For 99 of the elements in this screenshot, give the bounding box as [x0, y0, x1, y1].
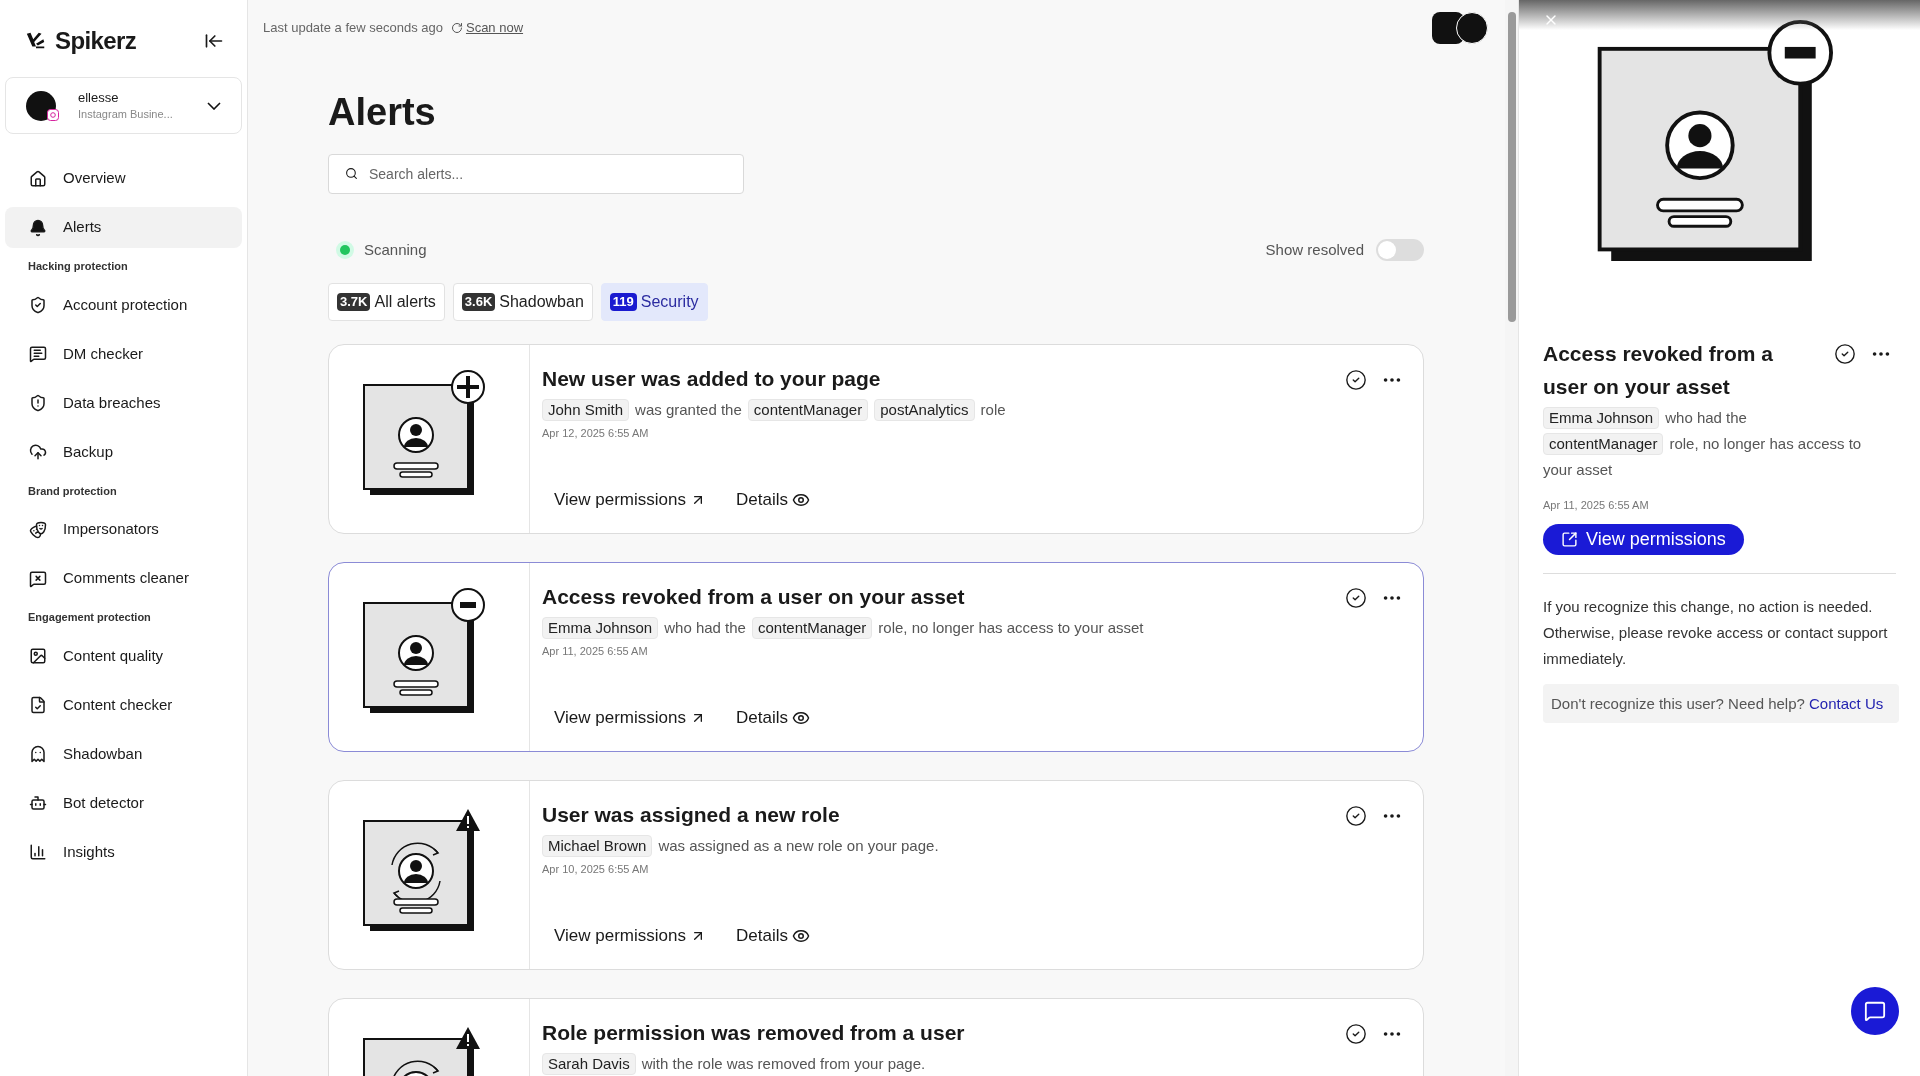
status-label: Scanning: [364, 240, 427, 260]
user-chip: contentManager: [747, 398, 869, 421]
description-text: role, no longer has access to your asset: [878, 618, 1144, 636]
nav-item[interactable]: Insights: [5, 831, 242, 873]
nav-item[interactable]: Backup: [5, 431, 242, 473]
shield-icon: [29, 296, 47, 314]
panel-date: Apr 11, 2025 6:55 AM: [1543, 498, 1650, 513]
user-chip: contentManager: [751, 616, 873, 639]
nav-item[interactable]: DM checker: [5, 333, 242, 375]
nav-item[interactable]: Overview: [5, 158, 242, 199]
alert-card[interactable]: Role permission was removed from a user Sarah Davis with the role was removed from your page.: [328, 997, 1424, 1076]
nav-item[interactable]: Shadowban: [5, 733, 242, 775]
alert-date: Apr 10, 2025 6:55 AM: [542, 861, 650, 877]
bar-chart-icon: [29, 843, 47, 861]
account-avatar[interactable]: [1456, 12, 1488, 44]
search-field[interactable]: Search alerts...: [328, 154, 744, 194]
alert-title: Access revoked from a user on your asset: [542, 583, 965, 610]
user-chip: Sarah Davis: [542, 1052, 636, 1075]
view-permissions-link[interactable]: View permissions: [554, 923, 706, 949]
robot-icon: [29, 794, 47, 812]
image-icon: [29, 647, 47, 665]
details-link[interactable]: Details: [735, 487, 810, 513]
view-permissions-link[interactable]: View permissions: [554, 705, 706, 731]
alert-title: New user was added to your page: [542, 365, 881, 392]
count-badge: 3.6K: [461, 292, 496, 311]
contact-link[interactable]: Contact Us: [1809, 694, 1884, 712]
chevron-down-icon: [207, 101, 221, 110]
nav-item[interactable]: Alerts: [5, 207, 242, 248]
nav-item[interactable]: Data breaches: [5, 382, 242, 424]
chat-button[interactable]: [1851, 987, 1899, 1035]
description-text: was assigned as a new role on your page.: [658, 836, 939, 854]
nav-item[interactable]: Impersonators: [5, 509, 242, 550]
brand-name: Spikerz: [55, 26, 137, 56]
resolve-icon[interactable]: [1345, 586, 1367, 609]
alert-title: User was assigned a new role: [542, 801, 840, 828]
chat-icon: [1864, 1000, 1886, 1022]
account-switcher[interactable]: ellesse Instagram Busine...: [5, 77, 242, 134]
resolve-icon[interactable]: [1345, 368, 1367, 391]
alert-description: Emma Johnson who had the contentManager role, no longer has access to your asset: [1543, 406, 1863, 480]
instagram-icon: [47, 108, 59, 121]
alert-date: Apr 12, 2025 6:55 AM: [542, 425, 650, 441]
description-text: was granted the: [635, 400, 742, 418]
nav-item[interactable]: Content quality: [5, 635, 242, 677]
message-icon: [29, 569, 47, 588]
user-chip: John Smith: [542, 398, 630, 421]
description-text: who had the: [664, 618, 746, 636]
user-chip: postAnalytics: [874, 398, 975, 421]
alert-card[interactable]: New user was added to your page John Smith was granted the contentManager postAnalytics role Apr 12, 2025 6:55 AM View permissions Details: [328, 343, 1424, 534]
help-text: Don't recognize this user? Need help?: [1551, 694, 1806, 712]
account-type: Instagram Busine...: [78, 106, 174, 122]
account-avatar[interactable]: [1432, 12, 1464, 44]
house-icon: [29, 169, 47, 188]
count-badge: 3.7K: [337, 292, 371, 311]
message-icon: [29, 345, 47, 363]
account-avatar: [26, 90, 56, 121]
masks-icon: [29, 520, 47, 539]
file-check-icon: [29, 696, 47, 714]
refresh-icon: [450, 22, 463, 34]
user-chip: Emma Johnson: [542, 616, 659, 639]
section-heading: Hacking protection: [27, 259, 129, 274]
filter-tab[interactable]: 3.6K Shadowban: [452, 282, 593, 321]
filter-tab[interactable]: 3.7K All alerts: [328, 282, 445, 321]
collapse-icon[interactable]: [204, 31, 224, 51]
section-heading: Engagement protection: [27, 610, 152, 625]
view-permissions-button[interactable]: View permissions: [1543, 523, 1744, 555]
view-permissions-link[interactable]: View permissions: [554, 487, 706, 513]
alert-card[interactable]: Access revoked from a user on your asset Emma Johnson who had the contentManager role, no longer has access to your asset Apr 11, 2025 6:55 AM View permissions Details: [328, 561, 1424, 752]
resolve-icon[interactable]: [1345, 1022, 1367, 1045]
account-name: ellesse: [78, 89, 120, 106]
last-update-text: Last update a few seconds ago: [263, 19, 443, 38]
details-link[interactable]: Details: [735, 923, 810, 949]
nav-item[interactable]: Content checker: [5, 684, 242, 726]
search-icon: [345, 167, 358, 180]
page-title: Alerts: [328, 90, 437, 134]
user-chip: Michael Brown: [542, 834, 653, 857]
details-link[interactable]: Details: [735, 705, 810, 731]
panel-title: Access revoked from a user on your asset: [1543, 341, 1774, 400]
show-resolved-toggle[interactable]: [1376, 239, 1424, 262]
ghost-icon: [29, 745, 47, 763]
nav-item[interactable]: Account protection: [5, 284, 242, 326]
resolve-icon[interactable]: [1834, 343, 1856, 365]
section-heading: Brand protection: [27, 483, 118, 499]
nav-item[interactable]: Bot detector: [5, 782, 242, 824]
toggle-label: Show resolved: [1265, 240, 1364, 260]
resolve-icon[interactable]: [1345, 804, 1367, 827]
filter-tab[interactable]: 119 Security: [600, 282, 708, 321]
description-text: with the role was removed from your page.: [641, 1054, 926, 1072]
count-badge: 119: [609, 292, 637, 311]
alert-card[interactable]: User was assigned a new role Michael Brown was assigned as a new role on your page. Apr 10, 2025 6:55 AM View permissions Details: [328, 779, 1424, 970]
bell-icon: [29, 218, 47, 237]
external-link-icon: [1561, 530, 1578, 548]
nav-item[interactable]: Comments cleaner: [5, 558, 242, 599]
description-text: role: [980, 400, 1006, 418]
alert-date: Apr 11, 2025 6:55 AM: [542, 643, 649, 659]
advice-text: If you recognize this change, no action is needed. Otherwise, please revoke access or contact support immediately.: [1543, 596, 1889, 669]
shield-alert-icon: [29, 394, 47, 412]
scan-now-link[interactable]: Scan now: [450, 18, 524, 38]
alert-title: Role permission was removed from a user: [542, 1019, 965, 1046]
cloud-upload-icon: [29, 443, 47, 461]
